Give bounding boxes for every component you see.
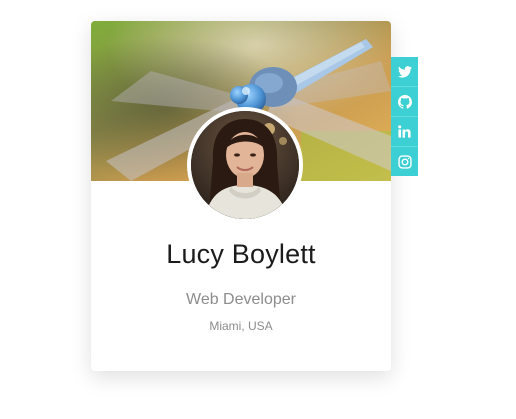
github-button[interactable] <box>391 87 418 117</box>
profile-name: Lucy Boylett <box>166 239 316 269</box>
linkedin-icon <box>398 125 411 138</box>
linkedin-button[interactable] <box>391 117 418 147</box>
avatar <box>187 107 303 223</box>
profile-location: Miami, USA <box>209 319 273 333</box>
twitter-icon <box>397 65 412 78</box>
twitter-button[interactable] <box>391 57 418 87</box>
page: Lucy Boylett Web Developer Miami, USA <box>0 0 516 419</box>
profile-title: Web Developer <box>186 291 296 308</box>
instagram-icon <box>397 154 412 169</box>
github-icon <box>397 94 412 109</box>
profile-card: Lucy Boylett Web Developer Miami, USA <box>91 21 391 371</box>
instagram-button[interactable] <box>391 147 418 176</box>
social-bar <box>391 57 418 176</box>
